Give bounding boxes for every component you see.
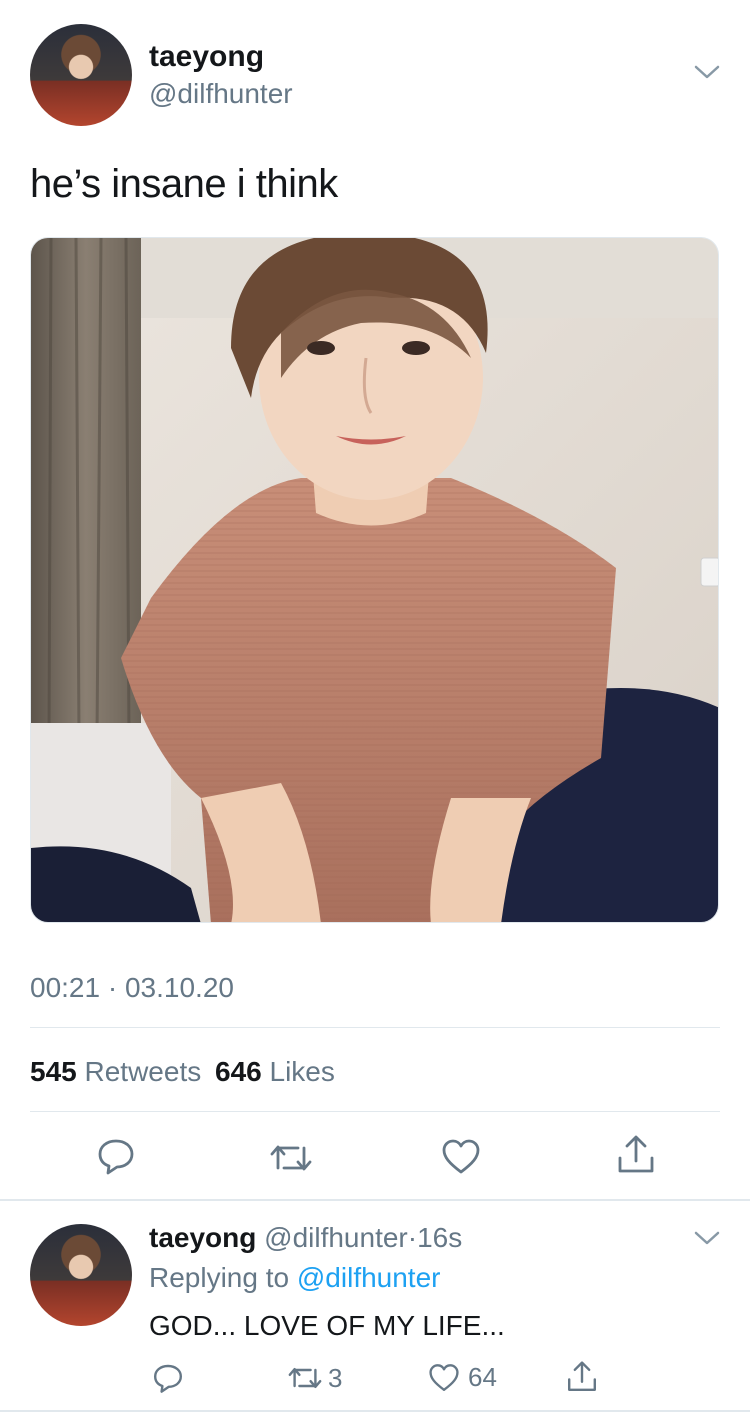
- avatar-neon-sign: [38, 1238, 124, 1258]
- replying-to: Replying to @dilfhunter: [149, 1262, 440, 1294]
- retweet-icon[interactable]: [268, 1138, 314, 1178]
- reply-retweet-count: 3: [328, 1362, 343, 1393]
- handle[interactable]: @dilfhunter: [149, 78, 293, 110]
- tweet-timestamp: 00:21 · 03.10.20: [30, 972, 234, 1004]
- reply-retweet-button[interactable]: 3: [286, 1362, 342, 1394]
- avatar-neon-sign: [38, 38, 124, 58]
- timestamp-separator: ·: [107, 972, 118, 1003]
- photo-illustration: [31, 238, 718, 922]
- tweet-text: he’s insane i think: [30, 162, 338, 206]
- like-icon[interactable]: [441, 1138, 481, 1176]
- avatar[interactable]: [30, 24, 132, 126]
- reply-retweet-icon: [286, 1362, 324, 1394]
- reply-icon[interactable]: [96, 1136, 136, 1176]
- replying-to-handle[interactable]: @dilfhunter: [297, 1262, 441, 1293]
- tweet-stats: 545 Retweets 646 Likes: [30, 1056, 335, 1088]
- divider: [30, 1111, 720, 1112]
- retweets-count: 545: [30, 1056, 77, 1087]
- tweet-date: 03.10.20: [124, 972, 234, 1003]
- replying-to-prefix: Replying to: [149, 1262, 290, 1293]
- bottom-divider: [0, 1410, 750, 1412]
- display-name[interactable]: taeyong: [149, 40, 264, 74]
- reply-like-icon: [428, 1363, 460, 1393]
- section-divider: [0, 1199, 750, 1201]
- reply-handle[interactable]: @dilfhunter: [264, 1222, 408, 1253]
- reply-display-name[interactable]: taeyong: [149, 1222, 256, 1253]
- reply-text: GOD... LOVE OF MY LIFE...: [149, 1310, 505, 1341]
- likes-label: Likes: [269, 1056, 335, 1087]
- divider: [30, 1027, 720, 1028]
- retweets-stat[interactable]: 545 Retweets: [30, 1056, 209, 1087]
- reply-like-button[interactable]: 64: [428, 1362, 497, 1393]
- reply-share-icon[interactable]: [566, 1360, 598, 1394]
- reply-reply-icon[interactable]: [152, 1362, 184, 1394]
- likes-stat[interactable]: 646 Likes: [215, 1056, 335, 1087]
- reply-like-count: 64: [468, 1362, 497, 1392]
- tweet-photo[interactable]: [30, 237, 719, 923]
- reply-age: 16s: [417, 1222, 463, 1253]
- likes-count: 646: [215, 1056, 262, 1087]
- chevron-down-icon[interactable]: [694, 64, 720, 80]
- retweets-label: Retweets: [84, 1056, 202, 1087]
- reply-header: taeyong @dilfhunter·16s: [149, 1222, 462, 1254]
- reply-chevron-down-icon[interactable]: [694, 1230, 720, 1246]
- tweet-time: 00:21: [30, 972, 101, 1003]
- reply-avatar[interactable]: [30, 1224, 132, 1326]
- share-icon[interactable]: [616, 1134, 656, 1176]
- reply-separator: ·: [407, 1222, 418, 1253]
